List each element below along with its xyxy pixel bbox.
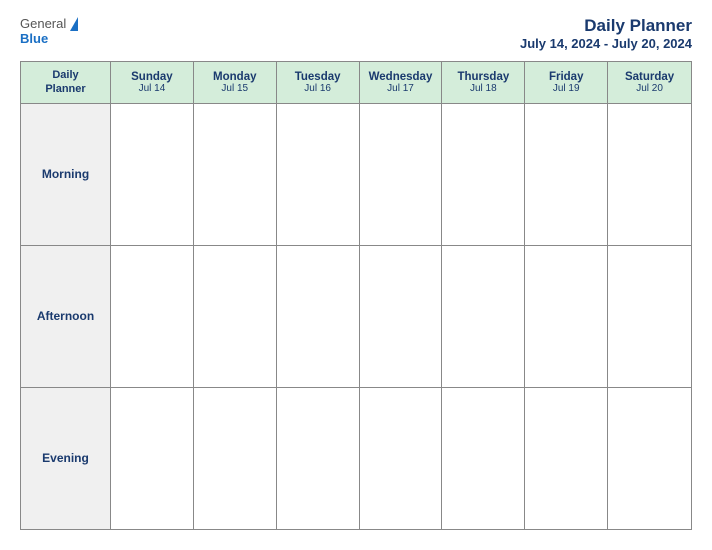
header-planner-label-line2: Planner (45, 82, 85, 96)
header-day-saturday: Saturday Jul 20 (608, 62, 691, 103)
header-day-friday: Friday Jul 19 (525, 62, 608, 103)
page-title: Daily Planner (520, 16, 692, 36)
cell-afternoon-monday[interactable] (194, 246, 277, 387)
cell-evening-tuesday[interactable] (277, 388, 360, 529)
day-date: Jul 18 (470, 83, 497, 94)
cell-morning-saturday[interactable] (608, 104, 691, 245)
day-name: Sunday (131, 71, 173, 83)
cell-afternoon-tuesday[interactable] (277, 246, 360, 387)
day-date: Jul 20 (636, 83, 663, 94)
logo-triangle-icon (70, 17, 78, 31)
header-day-monday: Monday Jul 15 (194, 62, 277, 103)
day-date: Jul 14 (139, 83, 166, 94)
cell-afternoon-saturday[interactable] (608, 246, 691, 387)
cell-morning-friday[interactable] (525, 104, 608, 245)
row-label-afternoon: Afternoon (21, 246, 111, 387)
header-planner-label-line1: Daily (52, 68, 78, 82)
row-label-morning: Morning (21, 104, 111, 245)
cell-evening-sunday[interactable] (111, 388, 194, 529)
cell-morning-sunday[interactable] (111, 104, 194, 245)
day-name: Tuesday (295, 71, 341, 83)
title-area: Daily Planner July 14, 2024 - July 20, 2… (520, 16, 692, 51)
cell-afternoon-sunday[interactable] (111, 246, 194, 387)
day-date: Jul 19 (553, 83, 580, 94)
date-range: July 14, 2024 - July 20, 2024 (520, 36, 692, 51)
cell-morning-tuesday[interactable] (277, 104, 360, 245)
page-header: General Blue Daily Planner July 14, 2024… (20, 16, 692, 51)
logo: General Blue (20, 16, 78, 46)
day-date: Jul 16 (304, 83, 331, 94)
header-day-wednesday: Wednesday Jul 17 (360, 62, 443, 103)
cell-evening-monday[interactable] (194, 388, 277, 529)
logo-blue: Blue (20, 31, 48, 46)
cell-afternoon-wednesday[interactable] (360, 246, 443, 387)
cell-evening-thursday[interactable] (442, 388, 525, 529)
row-label-evening: Evening (21, 388, 111, 529)
cell-morning-thursday[interactable] (442, 104, 525, 245)
header-day-sunday: Sunday Jul 14 (111, 62, 194, 103)
day-name: Thursday (457, 71, 509, 83)
cell-evening-wednesday[interactable] (360, 388, 443, 529)
day-date: Jul 17 (387, 83, 414, 94)
day-name: Saturday (625, 71, 674, 83)
row-evening: Evening (21, 388, 691, 529)
cell-afternoon-friday[interactable] (525, 246, 608, 387)
cell-morning-wednesday[interactable] (360, 104, 443, 245)
day-name: Wednesday (369, 71, 433, 83)
day-name: Monday (213, 71, 256, 83)
row-afternoon: Afternoon (21, 246, 691, 388)
cell-afternoon-thursday[interactable] (442, 246, 525, 387)
calendar-header: Daily Planner Sunday Jul 14 Monday Jul 1… (21, 62, 691, 104)
header-day-tuesday: Tuesday Jul 16 (277, 62, 360, 103)
header-label-cell: Daily Planner (21, 62, 111, 103)
day-name: Friday (549, 71, 584, 83)
day-date: Jul 15 (221, 83, 248, 94)
cell-evening-saturday[interactable] (608, 388, 691, 529)
cell-evening-friday[interactable] (525, 388, 608, 529)
calendar-body: MorningAfternoonEvening (21, 104, 691, 529)
row-morning: Morning (21, 104, 691, 246)
calendar: Daily Planner Sunday Jul 14 Monday Jul 1… (20, 61, 692, 530)
logo-general: General (20, 16, 66, 31)
cell-morning-monday[interactable] (194, 104, 277, 245)
header-day-thursday: Thursday Jul 18 (442, 62, 525, 103)
